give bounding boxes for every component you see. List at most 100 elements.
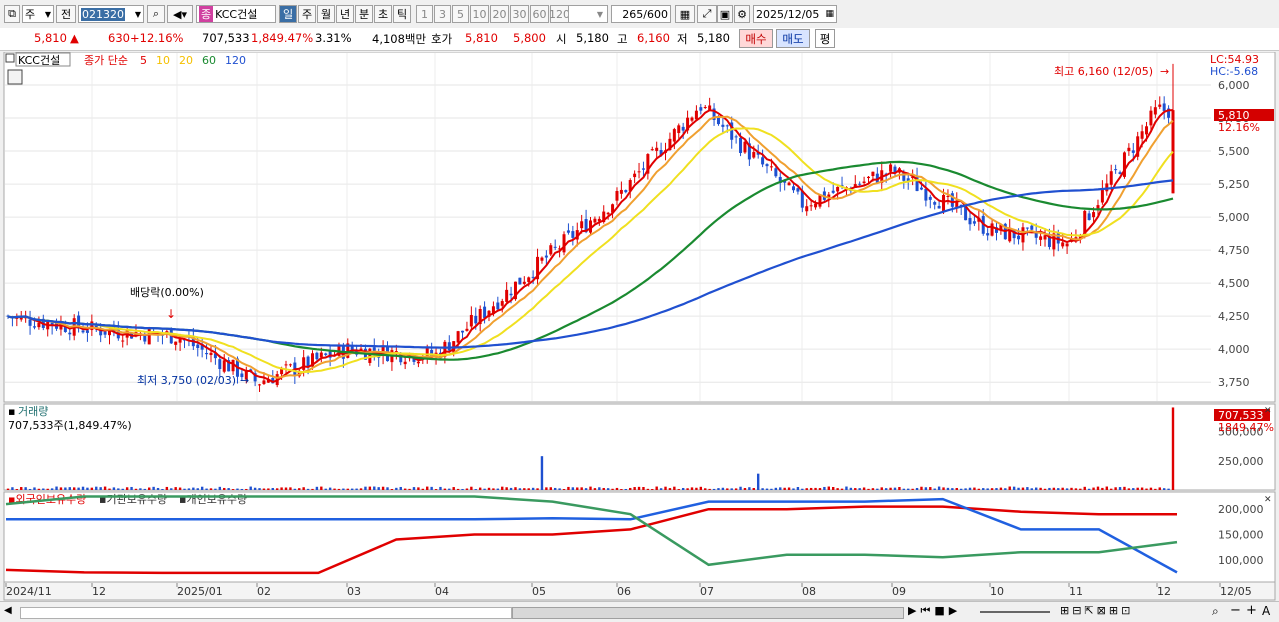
- high-annotation: 최고 6,160 (12/05): [1054, 65, 1153, 78]
- x-tick-label: 2024/11: [6, 585, 52, 598]
- period-tab[interactable]: 월: [317, 5, 335, 23]
- period-tab[interactable]: 일: [279, 5, 297, 23]
- scroll-left-icon[interactable]: ◀: [4, 605, 18, 619]
- calendar-icon[interactable]: [7, 69, 23, 85]
- volume-bar: [779, 487, 782, 490]
- x-tick-label: 12/05: [1220, 585, 1252, 598]
- period-tab[interactable]: 주: [298, 5, 316, 23]
- candle-body: [509, 293, 513, 296]
- volume-bar: [690, 487, 694, 490]
- interval-button[interactable]: 30: [510, 5, 529, 23]
- close-icon[interactable]: ✕: [1264, 406, 1272, 416]
- zoom-in-icon[interactable]: +: [1246, 603, 1257, 618]
- price-tick-label: 4,500: [1218, 277, 1250, 290]
- sell-button[interactable]: 매도: [776, 29, 810, 48]
- candle-body: [624, 190, 628, 193]
- candle-body: [761, 157, 765, 165]
- search-icon[interactable]: ⌕: [1212, 604, 1219, 619]
- volume-bar: [915, 487, 919, 490]
- period-tab[interactable]: 초: [374, 5, 392, 23]
- gear-icon[interactable]: ⚙: [734, 5, 750, 23]
- volume-bar: [823, 486, 826, 490]
- price-change-pct: +12.16%: [130, 31, 184, 45]
- interval-button[interactable]: 1: [416, 5, 433, 23]
- count-max: /600: [643, 7, 668, 21]
- interval-button[interactable]: 120: [549, 5, 570, 23]
- interval-dropdown[interactable]: ▼: [568, 5, 608, 23]
- period-tab[interactable]: 년: [336, 5, 354, 23]
- candle-body: [637, 171, 641, 173]
- stock-name-box[interactable]: 종 KCC건설: [196, 5, 276, 23]
- volume-bar: [395, 487, 398, 490]
- view-tools[interactable]: ⊞⊟⇱⊠⊞⊡: [1060, 604, 1133, 617]
- volume-bar: [995, 488, 998, 490]
- count-input[interactable]: 265/600: [611, 5, 671, 23]
- prev-button[interactable]: 전: [56, 5, 76, 23]
- volume-bar: [880, 487, 883, 490]
- volume-bar: [59, 487, 63, 490]
- period-selector[interactable]: 주 ▼: [22, 5, 54, 23]
- interval-button[interactable]: 20: [490, 5, 509, 23]
- interval-button[interactable]: 5: [452, 5, 469, 23]
- grid-icon[interactable]: ▦: [675, 5, 695, 23]
- volume-bar: [977, 488, 981, 490]
- volume-bar: [1079, 488, 1082, 490]
- window-icon[interactable]: ⧉: [4, 5, 20, 23]
- interval-button[interactable]: 3: [434, 5, 451, 23]
- volume-panel: [3, 403, 1276, 491]
- text-size-icon[interactable]: A: [1262, 604, 1270, 618]
- dividend-arrow-icon: ↓: [166, 307, 176, 321]
- volume-bar: [787, 487, 791, 490]
- candle-body: [222, 360, 226, 372]
- volume-bar: [982, 488, 985, 490]
- panel-menu-icon[interactable]: ▪: [8, 405, 15, 418]
- candle-body: [871, 171, 875, 177]
- stock-badge: 종: [199, 6, 214, 22]
- volume-bar: [421, 488, 425, 490]
- volume-bar: [783, 487, 786, 490]
- candle-body: [1140, 131, 1144, 139]
- period-tab[interactable]: 틱: [393, 5, 411, 23]
- close-icon[interactable]: ✕: [1264, 495, 1272, 505]
- interval-button[interactable]: 10: [470, 5, 489, 23]
- candle-body: [571, 231, 575, 238]
- volume-bar: [42, 488, 45, 490]
- date-input[interactable]: 2025/12/05 ▦: [753, 5, 837, 23]
- stock-chart[interactable]: 3,750 4,000 4,250 4,500 4,750 5,000 5,250 5,500…: [0, 52, 1279, 601]
- save-icon[interactable]: ▣: [717, 5, 733, 23]
- volume-bar: [1110, 488, 1113, 490]
- volume-bar: [183, 488, 186, 490]
- buy-button[interactable]: 매수: [739, 29, 773, 48]
- volume-bar: [818, 488, 822, 490]
- eval-button[interactable]: 평: [815, 29, 835, 48]
- volume-bar: [6, 488, 10, 490]
- volume-bar: [492, 488, 495, 490]
- volume-bar: [218, 486, 222, 490]
- volume-bar: [258, 488, 261, 490]
- ma-legend-item: 10: [156, 54, 170, 67]
- candle-body: [655, 147, 659, 151]
- scrollbar-thumb[interactable]: [512, 607, 904, 619]
- speaker-icon[interactable]: ◀▾: [167, 5, 193, 23]
- volume-bar: [46, 488, 49, 490]
- zoom-slider[interactable]: [980, 611, 1050, 613]
- stock-code-input[interactable]: 021320 ▼: [78, 5, 144, 23]
- low-price: 5,180: [697, 31, 730, 45]
- volume-bar: [439, 486, 442, 490]
- interval-button[interactable]: 60: [530, 5, 549, 23]
- search-icon[interactable]: ⌕: [147, 5, 165, 23]
- chart-tool-icon[interactable]: ⤢: [697, 5, 717, 23]
- volume-bar: [615, 487, 619, 490]
- candle-body: [743, 141, 747, 153]
- volume-bar: [37, 488, 41, 490]
- volume-bar: [924, 487, 928, 490]
- volume-bar: [103, 486, 107, 490]
- volume-bar: [633, 487, 636, 490]
- scrollbar-track[interactable]: [20, 607, 512, 619]
- candle-body: [324, 353, 328, 355]
- volume-bar: [598, 487, 601, 490]
- period-tab[interactable]: 분: [355, 5, 373, 23]
- candle-body: [174, 341, 178, 345]
- zoom-out-icon[interactable]: −: [1230, 603, 1241, 618]
- playback-controls[interactable]: ▶⏮■▶: [908, 604, 961, 618]
